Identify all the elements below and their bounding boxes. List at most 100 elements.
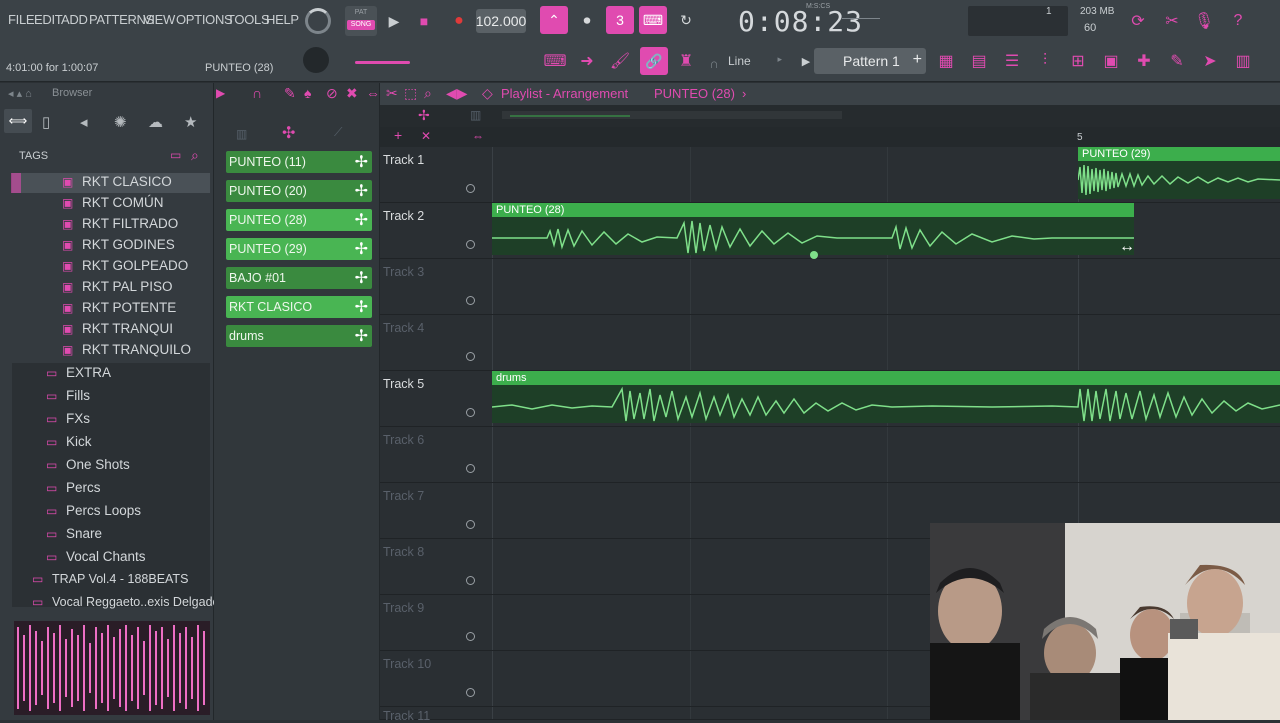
playlist-overview[interactable]: ✢ ▥: [380, 105, 1280, 127]
step-sequencer-icon[interactable]: ▤: [967, 49, 991, 73]
browser-folder[interactable]: ▭ Fills: [46, 388, 90, 403]
add-pattern-icon[interactable]: ✢: [355, 181, 368, 201]
record-button[interactable]: ●: [445, 7, 473, 35]
mixer-icon[interactable]: ☰: [1000, 49, 1024, 73]
pattern-selector[interactable]: Pattern 1 +: [814, 48, 926, 74]
edit-tool-icon[interactable]: ✎: [1165, 49, 1189, 73]
browser-nav-icons[interactable]: ◂ ▴ ⌂: [8, 87, 32, 100]
playback-icon[interactable]: ◀▶: [446, 85, 468, 102]
link-button[interactable]: 🔗: [640, 47, 668, 75]
browser-item[interactable]: ▣ RKT CLASICO: [62, 174, 172, 189]
delete-icon[interactable]: ⊘: [326, 85, 338, 102]
magnet-icon[interactable]: ∩: [252, 85, 262, 101]
browser-item[interactable]: ▣ RKT GODINES: [62, 237, 175, 252]
pattern-item[interactable]: RKT CLASICO ✢: [226, 296, 372, 318]
pattern-item[interactable]: drums ✢: [226, 325, 372, 347]
picker-mode-icon[interactable]: ▥: [236, 127, 247, 141]
brush-icon[interactable]: 🖌: [608, 49, 632, 73]
track-mute-icon[interactable]: [466, 576, 475, 585]
piano-roll-icon[interactable]: ⌨: [542, 49, 568, 73]
loop-record-button[interactable]: ↻: [672, 6, 700, 34]
song-time-display[interactable]: 0:08:23: [738, 5, 863, 38]
arrangement-icon[interactable]: ◇: [482, 85, 493, 102]
all-files-tab[interactable]: ⟺: [4, 109, 32, 133]
add-pattern-icon[interactable]: ✢: [355, 326, 368, 346]
add-pattern-icon[interactable]: ✢: [355, 152, 368, 172]
view-grid-icon[interactable]: ▥: [470, 108, 481, 122]
browser-item[interactable]: ▣ RKT PAL PISO: [62, 279, 173, 294]
select-icon[interactable]: ⬚: [404, 85, 417, 102]
track-mute-icon[interactable]: [466, 688, 475, 697]
add-pattern-icon[interactable]: ✢: [355, 268, 368, 288]
countdown-button[interactable]: 3: [606, 6, 634, 34]
playlist-clip[interactable]: PUNTEO (28): [492, 203, 1134, 255]
browser-folder[interactable]: ▭ Vocal Chants: [46, 549, 146, 564]
pattern-item[interactable]: PUNTEO (11) ✢: [226, 151, 372, 173]
search-icon[interactable]: ⌕: [191, 147, 199, 164]
master-pitch-knob[interactable]: [303, 47, 329, 73]
add-pattern-icon[interactable]: ✢: [355, 210, 368, 230]
track-mute-icon[interactable]: [466, 520, 475, 529]
track-row[interactable]: Track 3: [380, 259, 1280, 315]
pattern-item[interactable]: PUNTEO (20) ✢: [226, 180, 372, 202]
folder-icon[interactable]: ▭: [170, 148, 181, 162]
close-marker-icon[interactable]: ✕: [421, 129, 431, 143]
microphone-icon[interactable]: 🎙: [1192, 9, 1216, 33]
browser-item[interactable]: ▣ RKT COMÚN: [62, 195, 164, 210]
metronome-button[interactable]: ⌃: [540, 6, 568, 34]
browser-folder[interactable]: ▭ Percs: [46, 480, 101, 495]
pattern-item[interactable]: BAJO #01 ✢: [226, 267, 372, 289]
clip-handle[interactable]: [810, 251, 818, 259]
pattern-navigation-icon[interactable]: ✢: [418, 107, 430, 124]
help-icon[interactable]: ?: [1226, 9, 1250, 33]
browser-window-icon[interactable]: ⊞: [1066, 49, 1090, 73]
track-mute-icon[interactable]: [466, 296, 475, 305]
master-volume-knob[interactable]: [305, 8, 331, 34]
stop-button[interactable]: ■: [410, 7, 438, 35]
browser-item[interactable]: ▣ RKT GOLPEADO: [62, 258, 188, 273]
add-pattern-icon[interactable]: ✢: [355, 297, 368, 317]
playlist-window-icon[interactable]: ▦: [934, 49, 958, 73]
slice-icon[interactable]: ✂: [386, 85, 398, 102]
browser-root-folder[interactable]: ▭ Vocal Reggaeto..exis Delgado: [32, 595, 219, 609]
paint-icon[interactable]: ♠: [304, 85, 311, 101]
cloud-icon[interactable]: ☁: [148, 113, 163, 131]
add-pattern-icon[interactable]: ✢: [355, 239, 368, 259]
picker-audio-icon[interactable]: ⟋: [334, 125, 342, 140]
slip-icon[interactable]: ⇔: [366, 85, 380, 101]
favorites-icon[interactable]: ★: [184, 113, 197, 131]
grid-icon[interactable]: ▥: [1231, 49, 1255, 73]
browser-item[interactable]: ▣ RKT TRANQUI: [62, 321, 173, 336]
timeline-ruler[interactable]: + ✕ ⇔ 5: [380, 127, 1280, 147]
cut-icon[interactable]: ✂: [1160, 9, 1184, 33]
browser-folder[interactable]: ▭ Kick: [46, 434, 92, 449]
plugin-icon[interactable]: ✚: [1132, 49, 1156, 73]
menu-view[interactable]: VIEW: [143, 12, 175, 27]
step-edit-button[interactable]: ⌨: [639, 6, 667, 34]
stamp-icon[interactable]: ♜: [674, 49, 698, 73]
picker-patterns-icon[interactable]: ✣: [282, 123, 295, 143]
track-mute-icon[interactable]: [466, 184, 475, 193]
pencil-icon[interactable]: ✎: [284, 85, 296, 102]
snap-selector[interactable]: Line ▸: [722, 50, 788, 72]
mute-icon[interactable]: ✖: [346, 85, 358, 102]
playlist-clip[interactable]: PUNTEO (29): [1078, 147, 1280, 199]
scroll-arrows-icon[interactable]: ⇔: [472, 129, 484, 143]
browser-folder[interactable]: ▭ Snare: [46, 526, 102, 541]
browser-folder[interactable]: ▭ Percs Loops: [46, 503, 141, 518]
browser-root-folder[interactable]: ▭ TRAP Vol.4 - 188BEATS: [32, 572, 188, 586]
browser-folder[interactable]: ▭ One Shots: [46, 457, 130, 472]
files-icon[interactable]: ▯: [42, 113, 50, 131]
zoom-icon[interactable]: ⌕: [424, 85, 432, 102]
play-button[interactable]: ▶: [380, 7, 408, 35]
plugin-database-icon[interactable]: ✺: [114, 113, 127, 131]
track-mute-icon[interactable]: [466, 240, 475, 249]
pat-song-toggle[interactable]: PAT SONG: [345, 6, 377, 36]
undo-history-icon[interactable]: ⟳: [1126, 9, 1150, 33]
menu-add[interactable]: ADD: [61, 12, 88, 27]
track-mute-icon[interactable]: [466, 352, 475, 361]
playlist-menu-icon[interactable]: ▶: [216, 86, 225, 100]
master-pitch-slider[interactable]: [355, 61, 410, 64]
browser-item[interactable]: ▣ RKT POTENTE: [62, 300, 176, 315]
next-icon[interactable]: ➜: [575, 49, 599, 73]
